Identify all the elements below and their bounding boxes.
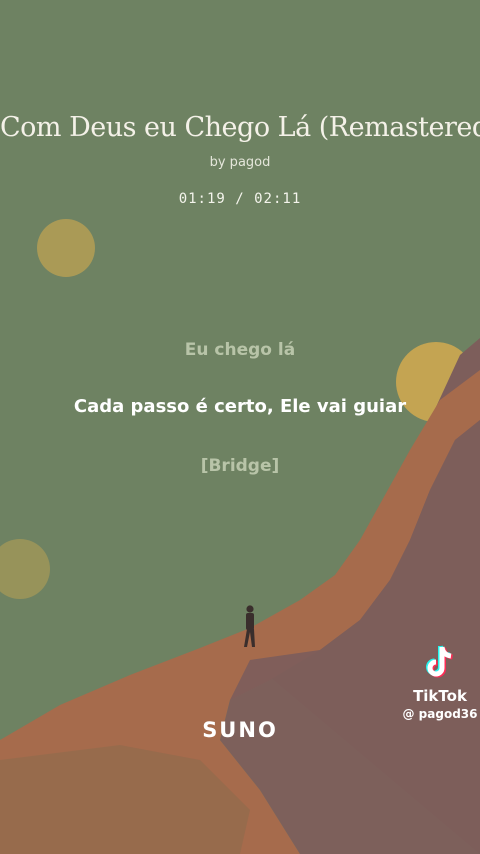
tiktok-handle: @ pagod36: [402, 707, 478, 721]
song-title: Com Deus eu Chego Lá (Remastered): [0, 112, 480, 143]
tiktok-watermark: TikTok @ pagod36: [400, 645, 480, 721]
tiktok-logo-icon: [426, 645, 453, 678]
song-artist: by pagod: [209, 155, 271, 170]
lyric-previous-line: Eu chego lá: [184, 340, 296, 360]
tiktok-label: TikTok: [413, 687, 467, 705]
suno-logo: SUNO: [202, 718, 278, 742]
sun-icon: [37, 219, 95, 277]
lyric-next-line: [Bridge]: [200, 456, 280, 476]
playback-time: 01:19 / 02:11: [178, 191, 302, 207]
lyric-current-line: Cada passo é certo, Ele vai guiar: [73, 396, 407, 417]
video-frame[interactable]: Com Deus eu Chego Lá (Remastered) by pag…: [0, 0, 480, 854]
